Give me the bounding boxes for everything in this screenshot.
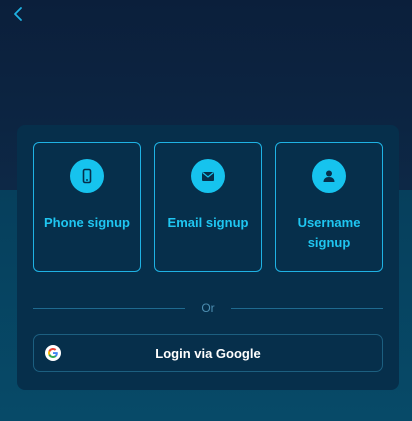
username-signup-label: Username signup <box>297 215 361 250</box>
username-signup-button[interactable]: Username signup <box>275 142 383 272</box>
signup-options: Phone signup Email signup Username signu… <box>33 142 383 272</box>
divider-line-left <box>33 307 186 309</box>
envelope-icon <box>191 159 225 193</box>
phone-signup-button[interactable]: Phone signup <box>33 142 141 272</box>
google-icon <box>45 345 61 361</box>
back-button[interactable] <box>8 6 28 26</box>
chevron-left-icon <box>12 6 24 27</box>
email-signup-label: Email signup <box>167 215 249 230</box>
or-divider: Or <box>33 301 383 315</box>
phone-icon <box>70 159 104 193</box>
user-icon <box>312 159 346 193</box>
email-signup-button[interactable]: Email signup <box>154 142 262 272</box>
google-login-label: Login via Google <box>155 345 261 361</box>
signup-card: Phone signup Email signup Username signu… <box>17 125 399 390</box>
or-text: Or <box>201 301 215 315</box>
divider-line-right <box>230 307 383 309</box>
phone-signup-label: Phone signup <box>44 215 130 230</box>
google-login-button[interactable]: Login via Google <box>33 334 383 372</box>
